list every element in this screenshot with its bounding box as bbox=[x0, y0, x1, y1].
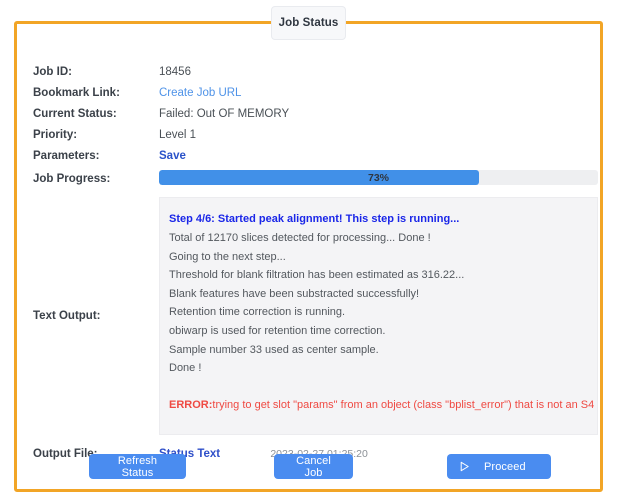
job-details-list: Job ID: 18456 Bookmark Link: Create Job … bbox=[33, 61, 598, 464]
job-status-tab[interactable]: Job Status bbox=[271, 6, 346, 40]
job-status-panel: Job ID: 18456 Bookmark Link: Create Job … bbox=[14, 21, 603, 492]
field-row-text-output: Text Output: Step 4/6: Started peak alig… bbox=[33, 195, 598, 436]
parameters-label: Parameters: bbox=[33, 150, 100, 162]
action-button-bar: Refresh Status Cancel Job Proceed bbox=[17, 454, 600, 494]
create-job-url-link[interactable]: Create Job URL bbox=[159, 87, 241, 99]
parameters-value: Save bbox=[159, 146, 589, 165]
output-line: Total of 12170 slices detected for proce… bbox=[169, 232, 431, 245]
job-progress-percent: 73% bbox=[367, 171, 389, 184]
job-id-value: 18456 bbox=[159, 66, 191, 78]
field-row-job-progress: Job Progress: 73% bbox=[33, 166, 598, 189]
priority-value: Level 1 bbox=[159, 129, 197, 141]
error-tag: ERROR: bbox=[169, 399, 213, 412]
cancel-job-button[interactable]: Cancel Job bbox=[274, 454, 353, 479]
output-line: Step 4/6: Started peak alignment! This s… bbox=[169, 213, 460, 225]
field-row-job-id: Job ID: 18456 bbox=[33, 61, 589, 82]
proceed-button[interactable]: Proceed bbox=[447, 454, 551, 479]
refresh-status-button[interactable]: Refresh Status bbox=[89, 454, 186, 479]
output-line: Sample number 33 used as center sample. bbox=[169, 343, 379, 356]
bookmark-link-label: Bookmark Link: bbox=[33, 87, 120, 99]
job-progress-bar: 73% bbox=[159, 170, 598, 185]
output-line: Threshold for blank filtration has been … bbox=[169, 269, 465, 282]
field-row-parameters: Parameters: Save bbox=[33, 145, 589, 166]
play-triangle-icon bbox=[459, 461, 470, 472]
proceed-button-label: Proceed bbox=[484, 460, 526, 473]
output-line: obiwarp is used for retention time corre… bbox=[169, 325, 386, 338]
output-line: ERROR:trying to get slot "params" from a… bbox=[169, 399, 598, 412]
job-status-tab-label: Job Status bbox=[278, 17, 339, 29]
current-status-value: Failed: Out OF MEMORY bbox=[159, 108, 290, 120]
priority-label: Priority: bbox=[33, 129, 78, 141]
text-output-label: Text Output: bbox=[33, 310, 101, 322]
bookmark-link-value: Create Job URL bbox=[159, 83, 589, 102]
field-row-current-status: Current Status: Failed: Out OF MEMORY bbox=[33, 103, 589, 124]
output-line: Retention time correction is running. bbox=[169, 306, 346, 319]
output-line: Done ! bbox=[169, 362, 202, 375]
save-parameters-link[interactable]: Save bbox=[159, 150, 186, 162]
current-status-label: Current Status: bbox=[33, 108, 117, 120]
output-line: Blank features have been substracted suc… bbox=[169, 287, 420, 300]
field-row-bookmark-link: Bookmark Link: Create Job URL bbox=[33, 82, 589, 103]
job-progress-label: Job Progress: bbox=[33, 173, 111, 185]
job-id-label: Job ID: bbox=[33, 66, 72, 78]
field-row-priority: Priority: Level 1 bbox=[33, 124, 589, 145]
output-line: Going to the next step... bbox=[169, 250, 286, 263]
screen-root: Job ID: 18456 Bookmark Link: Create Job … bbox=[0, 0, 617, 500]
text-output-console[interactable]: Step 4/6: Started peak alignment! This s… bbox=[159, 197, 598, 435]
